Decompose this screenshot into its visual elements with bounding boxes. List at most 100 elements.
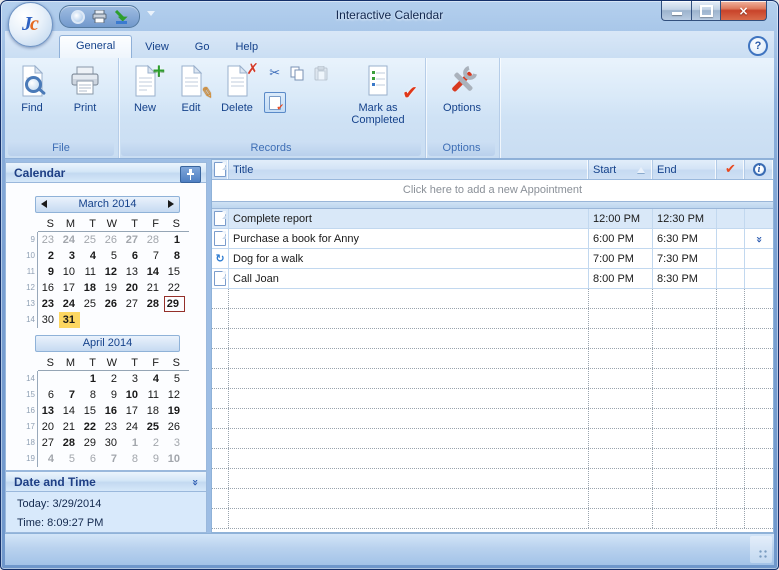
calendar-day[interactable]: 26 (101, 232, 122, 248)
calendar-day[interactable]: 12 (101, 264, 122, 280)
table-row[interactable]: Call Joan 8:00 PM 8:30 PM (212, 269, 773, 289)
calendar-day[interactable]: 1 (80, 371, 101, 387)
calendar-day[interactable]: 17 (59, 280, 80, 296)
expand-chevron-icon[interactable]: » (753, 235, 766, 241)
calendar-day[interactable]: 3 (59, 248, 80, 264)
calendar-day[interactable]: 30 (38, 312, 59, 328)
edit-button[interactable]: ✎ Edit (168, 61, 216, 114)
quick-print-button[interactable] (90, 8, 109, 25)
calendar-day[interactable]: 1 (122, 435, 143, 451)
calendar-day[interactable]: 27 (122, 296, 143, 312)
paste-button[interactable] (311, 63, 332, 84)
calendar-day[interactable]: 26 (101, 296, 122, 312)
calendar-day[interactable]: 18 (143, 403, 164, 419)
calendar-day[interactable]: 10 (59, 264, 80, 280)
calendar-day[interactable]: 20 (38, 419, 59, 435)
calendar-day[interactable]: 8 (122, 451, 143, 467)
mark-as-completed-button[interactable]: ✔ Mark as Completed (339, 61, 418, 126)
calendar-day[interactable]: 25 (80, 232, 101, 248)
add-appointment-row[interactable]: Click here to add a new Appointment (212, 180, 773, 201)
quick-export-button[interactable] (112, 8, 131, 25)
calendar-day[interactable]: 2 (101, 371, 122, 387)
calendar-day[interactable]: 10 (164, 451, 185, 467)
new-dialog-toggle-button[interactable]: ✔ (264, 92, 286, 113)
tab-go[interactable]: Go (182, 37, 223, 58)
qat-customize-chevron-icon[interactable] (147, 11, 155, 16)
calendar-day[interactable]: 22 (80, 419, 101, 435)
calendar-day[interactable]: 19 (101, 280, 122, 296)
calendar-day[interactable]: 11 (143, 387, 164, 403)
delete-button[interactable]: ✗ Delete (214, 60, 260, 114)
calendar-day[interactable]: 22 (164, 280, 185, 296)
calendar-day[interactable]: 2 (38, 248, 59, 264)
collapse-chevron-icon[interactable]: » (189, 479, 202, 485)
maximize-button[interactable] (692, 1, 721, 21)
options-button[interactable]: Options (432, 61, 492, 114)
calendar-day[interactable]: 5 (101, 248, 122, 264)
calendar-day[interactable]: 3 (122, 371, 143, 387)
cut-button[interactable]: ✂ (264, 63, 285, 84)
header-end-column[interactable]: End (653, 160, 717, 179)
table-row[interactable]: Complete report 12:00 PM 12:30 PM (212, 209, 773, 229)
new-button[interactable]: + New (122, 61, 168, 114)
table-row[interactable]: Purchase a book for Anny 6:00 PM 6:30 PM » (212, 229, 773, 249)
calendar-day[interactable]: 21 (59, 419, 80, 435)
calendar-day[interactable]: 28 (143, 232, 164, 248)
tab-help[interactable]: Help (222, 37, 271, 58)
calendar-day[interactable]: 19 (164, 403, 185, 419)
calendar-day[interactable]: 6 (80, 451, 101, 467)
calendar-day[interactable]: 15 (164, 264, 185, 280)
calendar-day[interactable]: 25 (143, 419, 164, 435)
calendar-day[interactable]: 21 (143, 280, 164, 296)
calendar-day[interactable]: 6 (38, 387, 59, 403)
calendar-day[interactable]: 23 (101, 419, 122, 435)
calendar-day[interactable]: 5 (59, 451, 80, 467)
calendar-day[interactable]: 23 (38, 296, 59, 312)
calendar-day[interactable]: 12 (164, 387, 185, 403)
calendar-day[interactable]: 8 (80, 387, 101, 403)
minimize-button[interactable] (661, 1, 692, 21)
calendar-day[interactable]: 28 (143, 296, 164, 312)
calendar-day[interactable]: 30 (101, 435, 122, 451)
calendar-day[interactable]: 24 (59, 232, 80, 248)
calendar-day[interactable]: 28 (59, 435, 80, 451)
print-button[interactable]: Print (62, 61, 108, 114)
prev-month-arrow-icon[interactable] (41, 200, 47, 208)
header-title-column[interactable]: Title (229, 160, 589, 179)
calendar-day[interactable]: 16 (101, 403, 122, 419)
calendar-day[interactable]: 7 (143, 248, 164, 264)
quick-find-button[interactable] (68, 8, 87, 25)
help-button[interactable]: ? (748, 36, 768, 56)
calendar-day[interactable]: 20 (122, 280, 143, 296)
calendar-day[interactable]: 13 (122, 264, 143, 280)
calendar-day[interactable]: 15 (80, 403, 101, 419)
calendar-day[interactable]: 9 (143, 451, 164, 467)
calendar-day-today[interactable]: 29 (164, 296, 185, 312)
calendar-day[interactable]: 27 (122, 232, 143, 248)
header-completed-column[interactable]: ✔ (717, 160, 745, 179)
copy-button[interactable] (287, 63, 308, 84)
calendar-day[interactable]: 7 (101, 451, 122, 467)
calendar-day[interactable]: 27 (38, 435, 59, 451)
calendar-day[interactable]: 24 (122, 419, 143, 435)
tab-view[interactable]: View (132, 37, 182, 58)
calendar-day[interactable]: 23 (38, 232, 59, 248)
calendar-day[interactable]: 9 (101, 387, 122, 403)
calendar-day[interactable]: 17 (122, 403, 143, 419)
header-icon-column[interactable] (212, 160, 229, 179)
calendar-day[interactable]: 18 (80, 280, 101, 296)
pin-button[interactable] (180, 166, 201, 183)
calendar-day[interactable]: 25 (80, 296, 101, 312)
calendar-day[interactable]: 31 (59, 312, 80, 328)
table-row[interactable]: ↻ Dog for a walk 7:00 PM 7:30 PM (212, 249, 773, 269)
calendar-day[interactable]: 9 (38, 264, 59, 280)
calendar-day[interactable]: 26 (164, 419, 185, 435)
calendar-day[interactable]: 14 (143, 264, 164, 280)
resize-grip[interactable] (757, 548, 768, 559)
calendar-day[interactable]: 10 (122, 387, 143, 403)
close-button[interactable]: × (721, 1, 767, 21)
find-button[interactable]: Find (9, 61, 55, 114)
calendar-day[interactable]: 13 (38, 403, 59, 419)
app-logo-button[interactable]: Jc (8, 2, 53, 47)
next-month-arrow-icon[interactable] (168, 200, 174, 208)
